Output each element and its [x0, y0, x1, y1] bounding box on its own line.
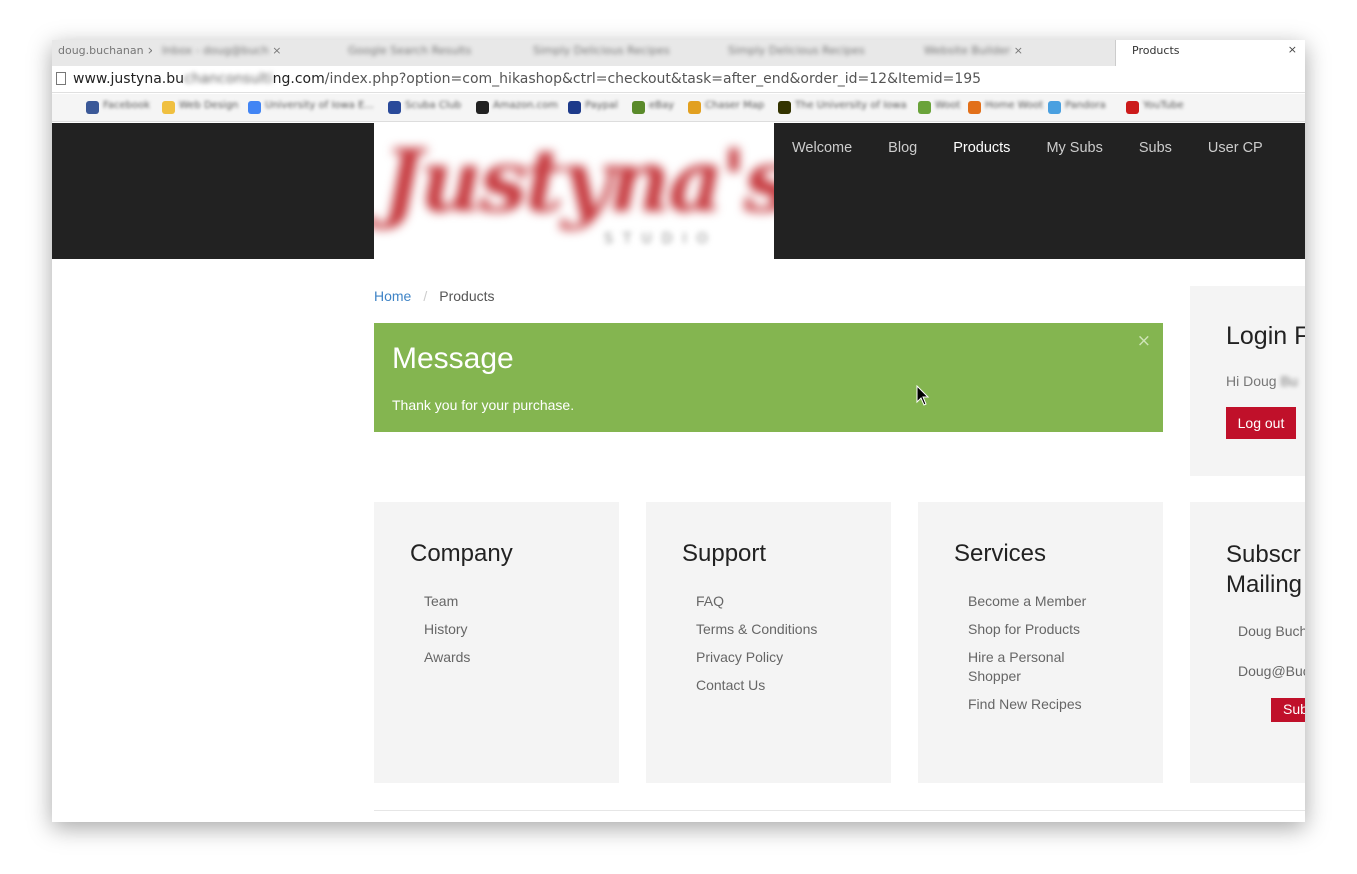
nav-products[interactable]: Products [953, 140, 1010, 156]
nav-welcome[interactable]: Welcome [792, 140, 852, 156]
bookmark-favicon-icon [86, 101, 99, 114]
bookmark-item[interactable]: University of Iowa E... [248, 100, 374, 116]
footer-link[interactable]: Awards [424, 648, 564, 667]
tab-strip: doug.buchanan × Inbox - doug@buch × Goog… [52, 40, 1305, 66]
tab-item[interactable]: Website Builder × [918, 42, 1108, 64]
bookmark-favicon-icon [388, 101, 401, 114]
footer-link[interactable]: Terms & Conditions [696, 620, 836, 639]
footer-link[interactable]: Hire a Personal Shopper [968, 648, 1108, 686]
breadcrumb-home[interactable]: Home [374, 288, 411, 304]
message-text: Thank you for your purchase. [392, 397, 575, 413]
page-icon [56, 72, 66, 85]
logo-subtext: STUDIO [604, 231, 718, 247]
breadcrumb-separator: / [423, 288, 428, 304]
bookmark-favicon-icon [248, 101, 261, 114]
tab-item[interactable]: Simply Delicious Recipes [527, 42, 717, 64]
login-greeting: Hi Doug Bu [1226, 373, 1298, 389]
bookmark-item[interactable]: Chaser Map [688, 100, 764, 116]
footer-link[interactable]: Find New Recipes [968, 695, 1108, 714]
footer-support: Support FAQ Terms & Conditions Privacy P… [646, 502, 891, 783]
footer-link[interactable]: History [424, 620, 564, 639]
bookmark-favicon-icon [688, 101, 701, 114]
bookmark-favicon-icon [1048, 101, 1061, 114]
tab-item[interactable]: doug.buchanan × [52, 42, 152, 64]
bookmark-item[interactable]: Scuba Club [388, 100, 461, 116]
breadcrumb: Home / Products [374, 288, 495, 304]
tab-item[interactable]: Inbox - doug@buch × [156, 42, 336, 64]
address-bar[interactable]: www.justyna.buchanconsulting.com/index.p… [52, 66, 1305, 93]
nav-my-subs[interactable]: My Subs [1046, 140, 1102, 156]
bookmark-item[interactable]: YouTube [1126, 100, 1184, 116]
bookmark-item[interactable]: Facebook [86, 100, 150, 116]
nav-user-cp[interactable]: User CP [1208, 140, 1263, 156]
bookmarks-bar: Facebook Web Design University of Iowa E..… [52, 94, 1305, 122]
tab-active[interactable]: Products × [1115, 40, 1305, 66]
site-header: Justyna's STUDIO Welcome Blog Products M… [52, 123, 1305, 259]
close-icon[interactable]: × [1288, 43, 1297, 56]
bookmark-favicon-icon [968, 101, 981, 114]
bookmark-item[interactable]: Pandora [1048, 100, 1106, 116]
footer-link[interactable]: FAQ [696, 592, 836, 611]
bookmark-favicon-icon [162, 101, 175, 114]
footer-link[interactable]: Team [424, 592, 564, 611]
nav-subs[interactable]: Subs [1139, 140, 1172, 156]
message-title: Message [392, 342, 514, 375]
footer-link[interactable]: Become a Member [968, 592, 1108, 611]
footer-company: Company Team History Awards [374, 502, 619, 783]
subscribe-button[interactable]: Sub [1271, 698, 1305, 722]
bookmark-item[interactable]: Home Woot [968, 100, 1043, 116]
bookmark-favicon-icon [1126, 101, 1139, 114]
browser-window: doug.buchanan × Inbox - doug@buch × Goog… [52, 40, 1305, 822]
url-text[interactable]: www.justyna.buchanconsulting.com/index.p… [73, 71, 981, 87]
footer-support-title: Support [682, 540, 767, 567]
subscribe-name-field[interactable]: Doug Buch [1238, 623, 1305, 639]
subscribe-title: Subscr Mailing [1226, 541, 1303, 598]
bookmark-item[interactable]: Web Design [162, 100, 239, 116]
logo-text: Justyna's [382, 131, 774, 232]
bookmark-favicon-icon [476, 101, 489, 114]
login-panel: Login F Hi Doug Bu Log out [1190, 286, 1305, 476]
bookmark-favicon-icon [778, 101, 791, 114]
bookmark-item[interactable]: Paypal [568, 100, 618, 116]
footer-link[interactable]: Shop for Products [968, 620, 1108, 639]
tab-item[interactable]: Simply Delicious Recipes [722, 42, 912, 64]
footer-services-title: Services [954, 540, 1047, 567]
bookmark-item[interactable]: Woot [918, 100, 960, 116]
login-title: Login F [1226, 322, 1305, 350]
tab-active-label: Products [1132, 44, 1180, 57]
bookmark-favicon-icon [568, 101, 581, 114]
footer-link[interactable]: Privacy Policy [696, 648, 836, 667]
close-icon[interactable]: × [1137, 331, 1151, 351]
footer-divider [374, 810, 1305, 811]
breadcrumb-current: Products [439, 288, 495, 304]
logout-button[interactable]: Log out [1226, 407, 1296, 439]
main-nav: Welcome Blog Products My Subs Subs User … [792, 140, 1299, 156]
bookmark-item[interactable]: Amazon.com [476, 100, 558, 116]
subscribe-email-field[interactable]: Doug@Buc [1238, 663, 1305, 679]
bookmark-item[interactable]: eBay [632, 100, 674, 116]
nav-blog[interactable]: Blog [888, 140, 917, 156]
message-alert: Message Thank you for your purchase. × [374, 323, 1163, 432]
footer-company-title: Company [410, 540, 513, 567]
bookmark-favicon-icon [918, 101, 931, 114]
mouse-cursor-icon [916, 385, 930, 406]
bookmark-favicon-icon [632, 101, 645, 114]
footer-subscribe: Subscr Mailing Doug Buch Doug@Buc Sub [1190, 502, 1305, 783]
tab-item[interactable]: Google Search Results [342, 42, 522, 64]
bookmark-item[interactable]: The University of Iowa [778, 100, 907, 116]
site-logo[interactable]: Justyna's STUDIO [374, 123, 774, 259]
footer-link[interactable]: Contact Us [696, 676, 836, 695]
footer-services: Services Become a Member Shop for Produc… [918, 502, 1163, 783]
